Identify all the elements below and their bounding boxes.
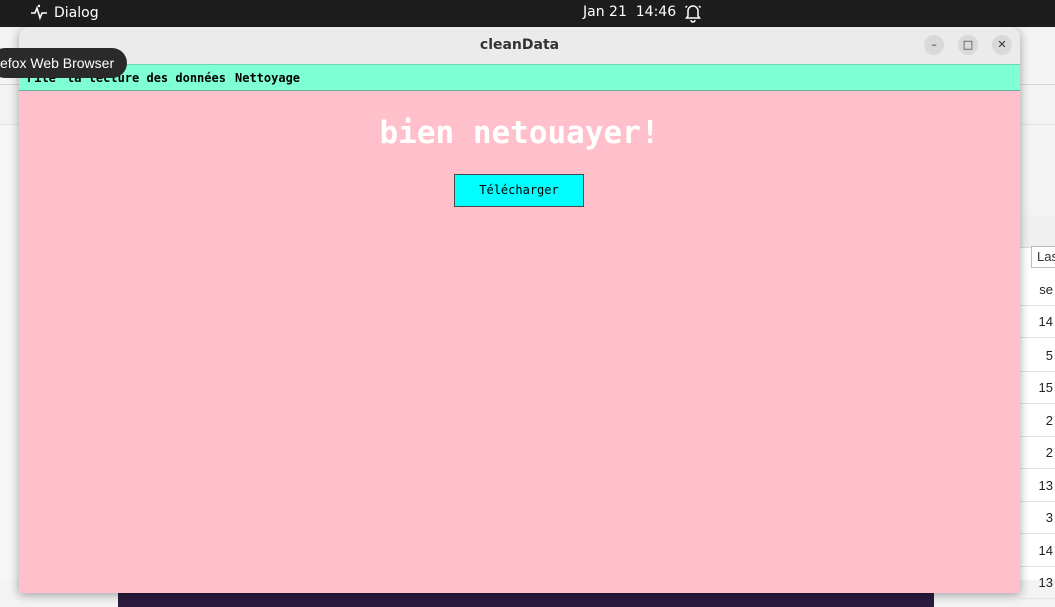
table-cell: 3	[1020, 502, 1055, 534]
table-cell: 13	[1020, 567, 1055, 599]
table-cell: 14	[1020, 535, 1055, 567]
time-label: 14:46	[635, 4, 677, 20]
table-cell: 15	[1020, 372, 1055, 404]
download-button[interactable]: Télécharger	[454, 174, 584, 207]
minimize-icon: –	[931, 38, 937, 51]
active-app-indicator[interactable]: Dialog	[30, 4, 99, 22]
minimize-button[interactable]: –	[924, 35, 944, 55]
table-cell: 2	[1020, 405, 1055, 437]
table-cell: 2	[1020, 437, 1055, 469]
window-titlebar[interactable]: cleanData – □ ✕	[19, 27, 1020, 65]
close-button[interactable]: ✕	[992, 35, 1012, 55]
table-cell: 5	[1020, 340, 1055, 372]
page-heading: bien netouayer!	[379, 115, 660, 151]
alarm-bell-icon[interactable]	[684, 3, 702, 23]
cleandata-window: cleanData – □ ✕ File la lecture des donn…	[19, 27, 1020, 593]
clock[interactable]: Jan 21 14:46	[583, 4, 676, 20]
dock-tooltip: efox Web Browser	[0, 48, 128, 78]
system-top-bar: Dialog Jan 21 14:46	[0, 0, 1055, 27]
date-label: Jan 21	[583, 4, 627, 20]
table-cell: 14	[1020, 306, 1055, 338]
background-bottom-strip	[118, 592, 934, 607]
table-cell: se	[1020, 274, 1055, 306]
maximize-button[interactable]: □	[958, 35, 978, 55]
app-name: Dialog	[54, 5, 99, 21]
table-cell: 13	[1020, 470, 1055, 502]
close-icon: ✕	[997, 38, 1007, 51]
maximize-icon: □	[962, 38, 974, 51]
menu-cleaning[interactable]: Nettoyage	[235, 71, 300, 85]
menu-bar: File la lecture des données Nettoyage	[19, 64, 1020, 91]
activity-icon	[31, 4, 47, 21]
table-header	[1020, 215, 1055, 248]
background-search-input[interactable]: Las	[1031, 246, 1055, 268]
window-title: cleanData	[479, 37, 560, 53]
